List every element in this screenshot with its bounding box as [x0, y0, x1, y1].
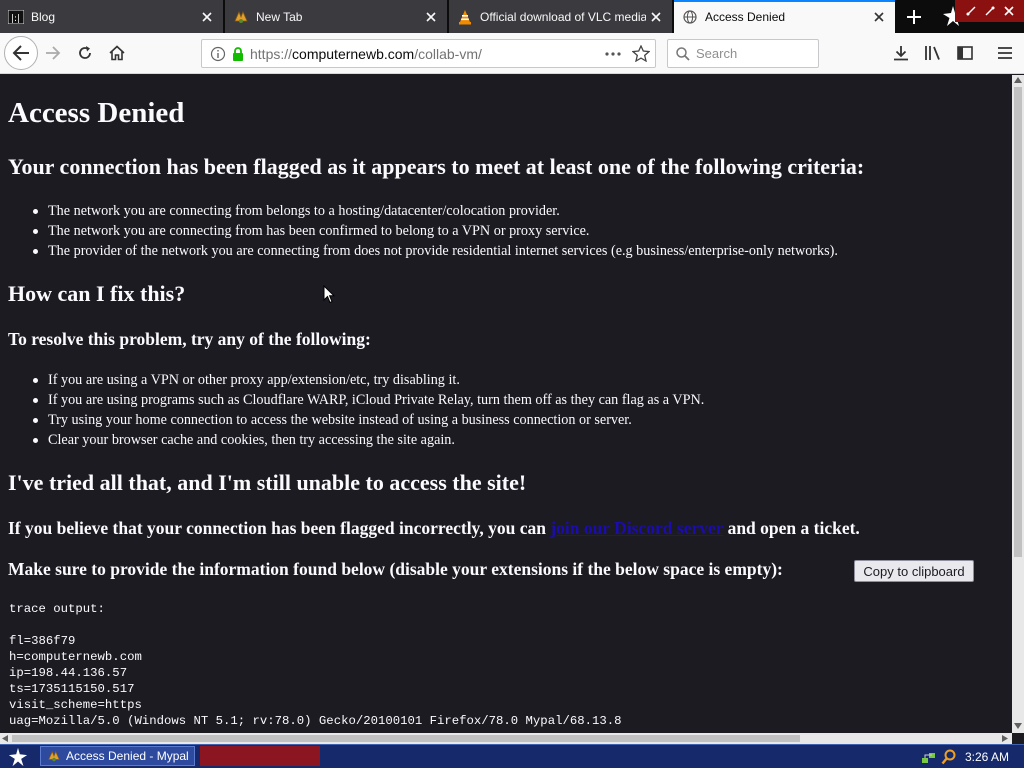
url-host: computernewb.com [292, 45, 415, 62]
home-button[interactable] [102, 38, 132, 68]
flag-heading: Your connection has been flagged as it a… [8, 154, 865, 179]
scroll-up-icon[interactable] [1014, 77, 1022, 83]
provide-info-text: Make sure to provide the information fou… [8, 559, 783, 579]
plus-icon [907, 9, 921, 24]
scroll-right-icon[interactable] [1002, 735, 1008, 742]
tab-blog[interactable]: |:| Blog [0, 0, 224, 33]
bookmark-star-icon[interactable] [632, 45, 650, 62]
arrow-left-icon [12, 45, 29, 61]
vertical-scrollbar[interactable] [1012, 75, 1024, 733]
reload-icon [79, 46, 91, 59]
sidebar-icon [957, 46, 973, 60]
tab-access-denied[interactable]: Access Denied [674, 0, 896, 33]
new-tab-button[interactable] [897, 0, 931, 33]
trace-output: trace output: fl=386f79 h=computernewb.c… [9, 602, 622, 728]
blog-favicon-icon: |:| [8, 9, 24, 25]
menu-button[interactable] [990, 38, 1020, 68]
fix-heading: How can I fix this? [8, 281, 186, 306]
tab-strip: |:| Blog New Tab Official download of VL… [0, 0, 1024, 33]
mypal-favicon-icon [48, 750, 60, 762]
network-tray-icon[interactable] [921, 749, 937, 765]
list-item: If you are using a VPN or other proxy ap… [33, 370, 704, 390]
globe-icon [682, 9, 698, 25]
horizontal-scrollbar[interactable] [0, 733, 1012, 744]
downloads-button[interactable] [886, 38, 916, 68]
list-item: The network you are connecting from belo… [33, 201, 838, 221]
taskbar: Access Denied - Mypal 3:26 AM [0, 744, 1024, 768]
close-icon[interactable] [869, 7, 889, 27]
close-icon[interactable] [646, 7, 666, 27]
tab-title: Access Denied [705, 9, 786, 24]
search-bar[interactable] [667, 39, 819, 68]
download-icon [894, 46, 908, 61]
list-item: The network you are connecting from has … [33, 221, 838, 241]
fixes-list: If you are using a VPN or other proxy ap… [33, 370, 704, 450]
library-icon [925, 46, 940, 60]
search-tray-icon[interactable] [941, 749, 957, 765]
horizontal-scroll-thumb[interactable] [12, 735, 800, 742]
close-icon[interactable] [421, 7, 441, 27]
criteria-list: The network you are connecting from belo… [33, 201, 838, 261]
arrow-right-icon [46, 46, 61, 60]
url-bar[interactable]: https://computernewb.com/collab-vm/ [201, 39, 656, 68]
minimize-icon[interactable] [964, 4, 978, 18]
scroll-left-icon[interactable] [2, 735, 8, 742]
scroll-down-icon[interactable] [1014, 723, 1022, 729]
url-prefix: https:// [250, 45, 293, 62]
info-icon[interactable] [210, 46, 226, 62]
home-icon [109, 45, 125, 61]
tab-title: Blog [31, 9, 56, 24]
discord-link[interactable]: join our Discord server [550, 518, 723, 538]
vertical-scroll-thumb[interactable] [1014, 87, 1022, 557]
close-icon[interactable] [197, 7, 217, 27]
page-actions-icon[interactable] [604, 46, 622, 62]
hamburger-menu-icon [998, 47, 1012, 59]
list-item: The provider of the network you are conn… [33, 241, 838, 261]
tab-title: New Tab [256, 9, 303, 24]
page-title: Access Denied [8, 97, 185, 129]
navigation-toolbar: https://computernewb.com/collab-vm/ [0, 33, 1024, 74]
tab-new-tab[interactable]: New Tab [225, 0, 448, 33]
library-button[interactable] [918, 38, 948, 68]
forward-button[interactable] [38, 38, 68, 68]
start-button[interactable] [0, 745, 36, 768]
copy-to-clipboard-button[interactable]: Copy to clipboard [854, 560, 974, 582]
vlc-cone-icon [457, 9, 473, 25]
window-controls [955, 0, 1024, 22]
mouse-cursor-icon [323, 285, 335, 304]
list-item: Clear your browser cache and cookies, th… [33, 430, 704, 450]
incorrect-suffix-text: and open a ticket. [723, 518, 860, 538]
star-logo-icon [8, 747, 28, 766]
back-button[interactable] [4, 36, 38, 70]
search-input[interactable] [696, 46, 806, 61]
taskbar-item-mypal[interactable]: Access Denied - Mypal [40, 746, 195, 766]
page-content: Access Denied Your connection has been f… [0, 75, 1012, 733]
maximize-icon[interactable] [983, 4, 997, 18]
lock-icon [232, 46, 244, 61]
tab-title: Official download of VLC media pla [480, 9, 646, 24]
url-text: https://computernewb.com/collab-vm/ [250, 46, 482, 62]
list-item: Try using your home connection to access… [33, 410, 704, 430]
close-window-icon[interactable] [1002, 4, 1016, 18]
resolve-heading: To resolve this problem, try any of the … [8, 329, 371, 349]
sidebar-button[interactable] [950, 38, 980, 68]
taskbar-item-blank[interactable] [200, 746, 320, 766]
system-tray: 3:26 AM [917, 745, 1024, 768]
tried-heading: I've tried all that, and I'm still unabl… [8, 470, 527, 495]
clock: 3:26 AM [965, 749, 1010, 764]
tab-vlc[interactable]: Official download of VLC media pla [449, 0, 673, 33]
list-item: If you are using programs such as Cloudf… [33, 390, 704, 410]
taskbar-item-label: Access Denied - Mypal [66, 749, 189, 763]
search-icon [676, 46, 690, 61]
svg-text:|:|: |:| [11, 14, 20, 24]
incorrect-flag-paragraph: If you believe that your connection has … [8, 518, 860, 539]
reload-button[interactable] [70, 38, 100, 68]
mypal-favicon-icon [233, 9, 249, 25]
url-path: /collab-vm/ [414, 45, 482, 62]
incorrect-prefix-text: If you believe that your connection has … [8, 518, 551, 538]
